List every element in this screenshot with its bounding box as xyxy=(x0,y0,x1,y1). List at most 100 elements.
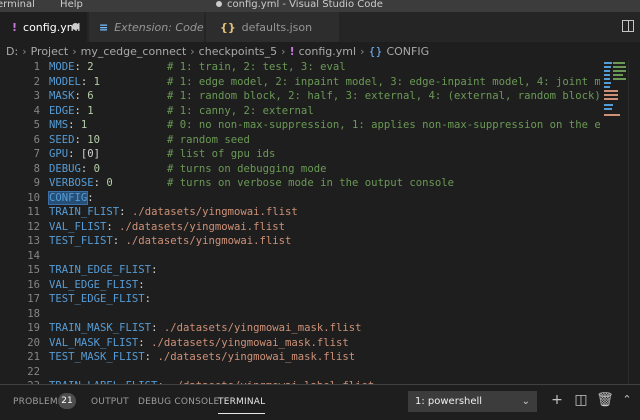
terminal-select[interactable]: 1: powershell ⌄ xyxy=(408,391,537,412)
yaml-key: VAL_FLIST xyxy=(49,220,107,233)
yaml-key: MODE xyxy=(49,61,75,73)
yaml-comment: # list of gpu ids xyxy=(167,148,276,160)
yaml-key: TEST_FLIST xyxy=(49,235,113,247)
line-number: 21 xyxy=(27,351,40,363)
code-line[interactable]: 6 SEED: 10 # random seed xyxy=(0,133,600,147)
minimap[interactable] xyxy=(604,60,626,120)
code-line[interactable]: 11 TRAIN_FLIST: ./datasets/yingmowai.flis… xyxy=(0,205,600,219)
tab-defaults-json[interactable]: {} defaults.json xyxy=(206,12,340,42)
code-line[interactable]: 4 EDGE: 1 # 1: canny, 2: external xyxy=(0,104,600,118)
line-number: 14 xyxy=(27,249,40,262)
menu-terminal[interactable]: erminal xyxy=(0,0,35,10)
code-line[interactable]: 14 xyxy=(0,249,600,263)
yaml-file-icon: ! xyxy=(12,20,18,34)
code-line[interactable]: 20 VAL_MASK_FLIST: ./datasets/yingmowai_m… xyxy=(0,336,600,350)
code-line[interactable]: 2 MODEL: 1 # 1: edge model, 2: inpaint mod… xyxy=(0,75,600,89)
unsaved-dot-icon[interactable] xyxy=(72,23,79,30)
yaml-comment: # random seed xyxy=(167,133,250,146)
extension-icon: ≡ xyxy=(99,20,109,34)
code-line[interactable]: 18 xyxy=(0,307,600,321)
yaml-value: 0 xyxy=(106,177,113,189)
panel-bar: PROBLEMS 21 OUTPUT DEBUG CONSOLE TERMINA… xyxy=(0,384,640,420)
yaml-value: ./datasets/yingmowai.flist xyxy=(125,235,292,247)
code-line[interactable]: 8 DEBUG: 0 # turns on debugging mode xyxy=(0,162,600,176)
yaml-value: [0] xyxy=(80,148,101,160)
trash-icon[interactable]: 🗑 xyxy=(596,391,614,409)
tab-extension-codeif[interactable]: ≡ Extension: CodeIf xyxy=(89,12,205,42)
yaml-key: CONFIG xyxy=(47,190,89,205)
line-number: 7 xyxy=(33,148,40,160)
minimap-line xyxy=(604,74,610,76)
yaml-key: TEST_EDGE_FLIST xyxy=(49,293,145,305)
json-file-icon: {} xyxy=(220,20,236,34)
minimap-line xyxy=(604,86,610,88)
code-content: TRAIN_MASK_FLIST: ./datasets/yingmowai_m… xyxy=(49,322,362,334)
code-line[interactable]: 5 NMS: 1 # 0: no non-max-suppression, 1: a… xyxy=(0,118,600,132)
yaml-key: DEBUG xyxy=(49,162,81,175)
code-content: TEST_FLIST: ./datasets/yingmowai.flist xyxy=(49,235,292,247)
tab-config-yml[interactable]: ! config.yml xyxy=(0,12,88,42)
line-number: 3 xyxy=(33,90,40,102)
line-number: 11 xyxy=(27,206,40,218)
minimap-line xyxy=(604,94,618,96)
tab-terminal[interactable]: TERMINAL xyxy=(218,397,266,414)
code-line[interactable]: 19 TRAIN_MASK_FLIST: ./datasets/yingmowai… xyxy=(0,321,600,335)
minimap-line xyxy=(604,114,620,116)
breadcrumb-item[interactable]: my_cedge_connect xyxy=(81,45,187,58)
line-number: 20 xyxy=(27,336,40,349)
plus-icon[interactable]: + xyxy=(548,391,566,409)
line-number: 4 xyxy=(33,104,40,117)
code-line[interactable]: 13 TEST_FLIST: ./datasets/yingmowai.flist xyxy=(0,234,600,248)
yaml-comment: # 0: no non-max-suppression, 1: applies … xyxy=(167,119,600,131)
yaml-value: 1 xyxy=(93,75,101,88)
code-editor[interactable]: 1 MODE: 2 # 1: train, 2: test, 3: eval 2 MOD… xyxy=(0,60,600,384)
code-line[interactable]: 17 TEST_EDGE_FLIST: xyxy=(0,292,600,306)
line-number: 17 xyxy=(27,293,40,305)
code-line[interactable]: 7 GPU: [0] # list of gpu ids xyxy=(0,147,600,161)
tab-debug-console[interactable]: DEBUG CONSOLE xyxy=(138,397,219,407)
line-number: 9 xyxy=(33,177,40,189)
split-terminal-icon[interactable]: ◫ xyxy=(572,391,590,409)
yaml-value: 10 xyxy=(87,133,101,146)
yaml-key: EDGE xyxy=(49,104,75,117)
breadcrumb-item[interactable]: checkpoints_5 xyxy=(199,45,278,58)
split-editor-icon[interactable] xyxy=(622,20,634,32)
code-content: TRAIN_FLIST: ./datasets/yingmowai.flist xyxy=(49,206,298,218)
code-line[interactable]: 1 MODE: 2 # 1: train, 2: test, 3: eval xyxy=(0,60,600,74)
menu-help[interactable]: Help xyxy=(60,0,83,10)
code-line[interactable]: 12 VAL_FLIST: ./datasets/yingmowai.flist xyxy=(0,220,600,234)
yaml-comment: # 1: random block, 2: half, 3: external,… xyxy=(167,90,600,102)
yaml-key: GPU xyxy=(49,148,69,160)
breadcrumb-file[interactable]: config.yml xyxy=(299,45,356,58)
breadcrumb-item[interactable]: Project xyxy=(31,45,69,58)
yaml-value: ./datasets/yingmowai_mask.flist xyxy=(157,351,356,363)
yaml-value: 0 xyxy=(93,162,101,175)
line-number: 6 xyxy=(33,133,40,146)
code-line[interactable]: 16 VAL_EDGE_FLIST: xyxy=(0,278,600,292)
code-line[interactable]: 21 TEST_MASK_FLIST: ./datasets/yingmowai_… xyxy=(0,350,600,364)
code-content: MODEL: 1 xyxy=(49,75,101,88)
yaml-key: TRAIN_MASK_FLIST xyxy=(49,322,152,334)
yaml-value: 1 xyxy=(80,119,88,131)
breadcrumb-item[interactable]: D: xyxy=(6,45,18,58)
code-line[interactable]: 15 TRAIN_EDGE_FLIST: xyxy=(0,263,600,277)
line-number: 13 xyxy=(27,235,40,247)
code-line[interactable]: 10 CONFIG: xyxy=(0,190,600,205)
terminal-select-value: 1: powershell xyxy=(415,396,483,407)
yaml-value: ./datasets/yingmowai_mask.flist xyxy=(151,336,349,349)
minimap-line xyxy=(604,108,612,110)
tab-problems[interactable]: PROBLEMS xyxy=(13,397,64,407)
code-line[interactable]: 3 MASK: 6 # 1: random block, 2: half, 3: e… xyxy=(0,89,600,103)
minimap-line xyxy=(613,78,626,80)
yaml-file-icon: ! xyxy=(289,44,295,58)
minimap-line xyxy=(604,78,610,80)
yaml-key: SEED xyxy=(49,133,75,146)
code-content: DEBUG: 0 xyxy=(49,162,101,175)
yaml-comment: # turns on verbose mode in the output co… xyxy=(167,177,455,189)
editor-scrollbar[interactable] xyxy=(628,60,640,384)
chevron-up-icon[interactable]: ⌃ xyxy=(618,391,636,409)
breadcrumb-symbol[interactable]: CONFIG xyxy=(386,45,429,58)
code-line[interactable]: 22 xyxy=(0,365,600,379)
code-line[interactable]: 9 VERBOSE: 0 # turns on verbose mode in th… xyxy=(0,176,600,190)
tab-output[interactable]: OUTPUT xyxy=(91,397,129,407)
